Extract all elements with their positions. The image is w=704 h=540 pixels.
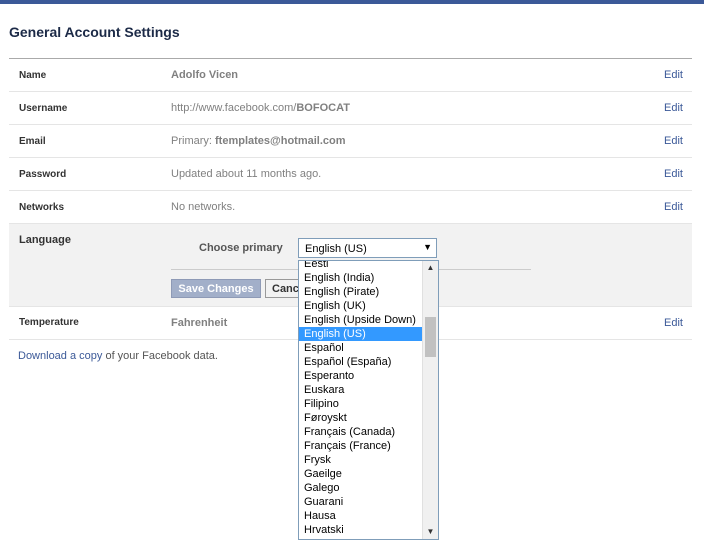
dropdown-scrollbar[interactable]: ▲ ▼ bbox=[422, 261, 438, 539]
settings-row-password: Password Updated about 11 months ago. Ed… bbox=[9, 158, 692, 191]
language-option[interactable]: Gaeilge bbox=[299, 467, 423, 481]
edit-name-link[interactable]: Edit bbox=[664, 69, 683, 81]
language-option[interactable]: Español bbox=[299, 341, 423, 355]
password-value: Updated about 11 months ago. bbox=[171, 168, 322, 180]
edit-temperature-link[interactable]: Edit bbox=[664, 317, 683, 329]
language-option[interactable]: Français (Canada) bbox=[299, 425, 423, 439]
edit-username-link[interactable]: Edit bbox=[664, 102, 683, 114]
networks-value: No networks. bbox=[171, 201, 236, 213]
row-label: Language bbox=[19, 234, 71, 246]
username-prefix: http://www.facebook.com/ bbox=[171, 102, 297, 114]
language-option[interactable]: Føroyskt bbox=[299, 411, 423, 425]
chevron-down-icon: ▼ bbox=[423, 242, 432, 252]
language-option[interactable]: English (India) bbox=[299, 271, 423, 285]
scroll-down-arrow-icon[interactable]: ▼ bbox=[423, 525, 438, 539]
row-value: Adolfo Vicen bbox=[171, 69, 238, 81]
edit-networks-link[interactable]: Edit bbox=[664, 201, 683, 213]
row-label: Email bbox=[19, 136, 46, 147]
language-option[interactable]: Filipino bbox=[299, 397, 423, 411]
row-value: http://www.facebook.com/BOFOCAT bbox=[171, 102, 350, 114]
language-option[interactable]: Eesti bbox=[299, 261, 423, 271]
language-dropdown-list[interactable]: Eesti English (India) English (Pirate) Engl… bbox=[298, 260, 439, 540]
edit-email-link[interactable]: Edit bbox=[664, 135, 683, 147]
language-select[interactable]: English (US) ▼ bbox=[298, 238, 437, 258]
temperature-value: Fahrenheit bbox=[171, 317, 228, 329]
language-option[interactable]: Español (España) bbox=[299, 355, 423, 369]
settings-row-username: Username http://www.facebook.com/BOFOCAT… bbox=[9, 92, 692, 125]
email-prefix: Primary: bbox=[171, 135, 215, 147]
language-options: Eesti English (India) English (Pirate) Engl… bbox=[299, 261, 423, 537]
top-bar bbox=[0, 0, 704, 4]
choose-primary-label: Choose primary bbox=[199, 242, 283, 254]
language-option[interactable]: English (Pirate) bbox=[299, 285, 423, 299]
language-option[interactable]: English (Upside Down) bbox=[299, 313, 423, 327]
language-option[interactable]: English (UK) bbox=[299, 299, 423, 313]
language-option[interactable]: Hrvatski bbox=[299, 523, 423, 537]
language-option[interactable]: Euskara bbox=[299, 383, 423, 397]
footer-suffix: of your Facebook data. bbox=[102, 350, 218, 362]
email-value: ftemplates@hotmail.com bbox=[215, 135, 346, 147]
language-option[interactable]: Galego bbox=[299, 481, 423, 495]
language-option[interactable]: Guarani bbox=[299, 495, 423, 509]
download-copy-link[interactable]: Download a copy bbox=[18, 350, 102, 362]
row-label: Username bbox=[19, 103, 68, 114]
language-option[interactable]: Français (France) bbox=[299, 439, 423, 453]
settings-row-name: Name Adolfo Vicen Edit bbox=[9, 59, 692, 92]
language-option[interactable]: English (US) bbox=[299, 327, 423, 341]
language-option[interactable]: Frysk bbox=[299, 453, 423, 467]
username-value: BOFOCAT bbox=[296, 102, 350, 114]
language-option[interactable]: Esperanto bbox=[299, 369, 423, 383]
scroll-up-arrow-icon[interactable]: ▲ bbox=[423, 261, 438, 275]
page-title: General Account Settings bbox=[9, 24, 180, 40]
settings-row-networks: Networks No networks. Edit bbox=[9, 191, 692, 224]
row-label: Temperature bbox=[19, 317, 79, 328]
row-value: Primary: ftemplates@hotmail.com bbox=[171, 135, 346, 147]
language-select-value: English (US) bbox=[305, 243, 367, 255]
row-label: Name bbox=[19, 70, 47, 81]
row-label: Password bbox=[19, 169, 67, 180]
scrollbar-thumb[interactable] bbox=[425, 317, 436, 357]
footer-download: Download a copy of your Facebook data. bbox=[18, 350, 218, 362]
language-option[interactable]: Hausa bbox=[299, 509, 423, 523]
name-value: Adolfo Vicen bbox=[171, 69, 239, 81]
edit-password-link[interactable]: Edit bbox=[664, 168, 683, 180]
save-changes-button[interactable]: Save Changes bbox=[171, 279, 261, 298]
row-label: Networks bbox=[19, 202, 65, 213]
settings-row-email: Email Primary: ftemplates@hotmail.com Ed… bbox=[9, 125, 692, 158]
